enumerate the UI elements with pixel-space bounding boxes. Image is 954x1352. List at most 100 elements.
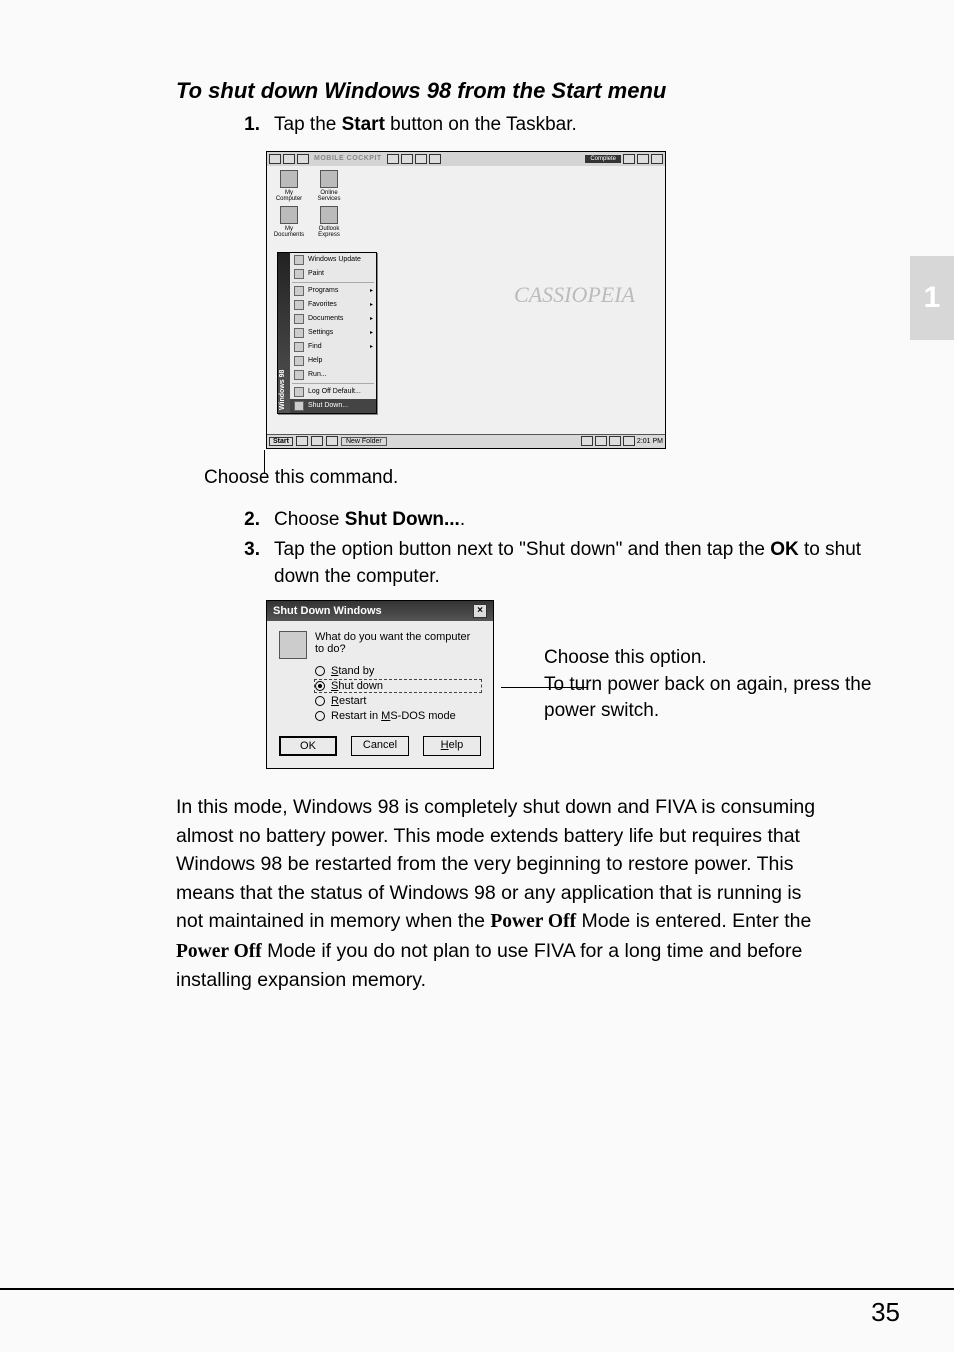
tray-icon [595, 436, 607, 446]
cancel-button: Cancel [351, 736, 409, 756]
toolbar-icon [637, 154, 649, 164]
start-menu: Windows 98 Windows Update Paint Programs… [277, 252, 377, 414]
menu-label: Favorites [308, 301, 337, 308]
programs-icon [294, 286, 304, 296]
dialog-title-text: Shut Down Windows [273, 605, 382, 617]
menu-documents: Documents [290, 312, 376, 326]
text: . [460, 509, 465, 530]
menu-label: Settings [308, 329, 333, 336]
option-label: hut down [338, 680, 383, 692]
toolbar-icon [415, 154, 427, 164]
tray-icon [581, 436, 593, 446]
icon-label: Outlook Express [318, 226, 340, 238]
favorites-icon [294, 300, 304, 310]
option-label: Restart in [331, 710, 381, 722]
help-icon [294, 356, 304, 366]
chapter-tab: 1 [910, 256, 954, 340]
annotation-text: To turn power back on again, press the p… [544, 672, 894, 725]
dialog-titlebar: Shut Down Windows × [267, 601, 493, 621]
folder-icon [320, 170, 338, 188]
text-bold: Start [342, 114, 385, 135]
documents-icon [294, 314, 304, 324]
dialog-icon [279, 631, 307, 659]
menu-label: Paint [308, 270, 324, 277]
toolbar-icon [269, 154, 281, 164]
step-number: 1. [238, 112, 260, 139]
desktop-icon-my-documents: My Documents [273, 206, 305, 238]
annotation-text: Choose this option. [544, 645, 894, 672]
text: button on the Taskbar. [385, 114, 577, 135]
page-number: 35 [871, 1297, 900, 1328]
text: Mode if you do not plan to use FIVA for … [176, 940, 802, 991]
icon-label: Online Services [317, 190, 340, 202]
option-label: tand by [338, 665, 374, 677]
footer-rule [0, 1288, 954, 1290]
desktop-icons-row: My Computer Online Services [273, 170, 345, 202]
figure-shutdown-dialog: Shut Down Windows × What do you want the… [266, 600, 494, 769]
ok-button: OK [279, 736, 337, 756]
documents-icon [280, 206, 298, 224]
menu-label: Shut Down... [308, 402, 348, 409]
toolbar-icon [401, 154, 413, 164]
mnemonic: H [441, 739, 449, 751]
callout-line [501, 687, 588, 688]
figure-toolbar: MOBILE COCKPIT Complete [267, 152, 665, 166]
figure-annotation: Choose this option. To turn power back o… [544, 645, 894, 725]
callout-line [264, 450, 265, 474]
find-icon [294, 342, 304, 352]
menu-label: Documents [308, 315, 343, 322]
option-label: estart [339, 695, 367, 707]
text-bold: OK [770, 539, 799, 560]
section-heading: To shut down Windows 98 from the Start m… [176, 78, 894, 104]
menu-label: Programs [308, 287, 338, 294]
step-number: 3. [238, 537, 260, 590]
text: Tap the option button next to "Shut down… [274, 539, 770, 560]
icon-label: My Computer [276, 190, 302, 202]
text: Mode is entered. Enter the [576, 910, 811, 932]
quicklaunch-icon [296, 436, 308, 446]
menu-paint: Paint [290, 267, 376, 281]
option-restart: Restart [315, 695, 481, 707]
option-standby: Stand by [315, 665, 481, 677]
button-label: elp [449, 739, 464, 751]
start-button: Start [269, 437, 293, 446]
update-icon [294, 255, 304, 265]
text-bold: Shut Down... [345, 509, 460, 530]
quicklaunch-icon [311, 436, 323, 446]
step-text: Choose Shut Down.... [274, 507, 894, 534]
menu-favorites: Favorites [290, 298, 376, 312]
menu-settings: Settings [290, 326, 376, 340]
mnemonic: M [381, 710, 390, 722]
text: Choose [274, 509, 345, 530]
menu-run: Run... [290, 368, 376, 382]
desktop-icon-outlook-express: Outlook Express [313, 206, 345, 238]
option-shutdown: Shut down [315, 680, 481, 692]
step-text: Tap the option button next to "Shut down… [274, 537, 894, 590]
quicklaunch-icon [326, 436, 338, 446]
desktop-icon-my-computer: My Computer [273, 170, 305, 202]
toolbar-icon [387, 154, 399, 164]
menu-shutdown: Shut Down... [290, 399, 376, 413]
tray-icon [609, 436, 621, 446]
toolbar-icon [651, 154, 663, 164]
body-paragraph: In this mode, Windows 98 is completely s… [176, 793, 816, 994]
icon-label: My Documents [274, 226, 304, 238]
step-text: Tap the Start button on the Taskbar. [274, 112, 894, 139]
tray-icon [623, 436, 635, 446]
radio-icon [315, 696, 325, 706]
taskbar-clock: 2:01 PM [637, 438, 663, 445]
text-bold: Power Off [176, 941, 262, 962]
toolbar-title: MOBILE COCKPIT [314, 155, 382, 162]
radio-icon [315, 666, 325, 676]
toolbar-icon [623, 154, 635, 164]
figure-desktop-screenshot: MOBILE COCKPIT Complete My Computer Onli… [266, 151, 666, 449]
menu-logoff: Log Off Default... [290, 385, 376, 399]
menu-label: Log Off Default... [308, 388, 361, 395]
paint-icon [294, 269, 304, 279]
radio-icon [315, 681, 325, 691]
desktop-icon-online-services: Online Services [313, 170, 345, 202]
computer-icon [280, 170, 298, 188]
logoff-icon [294, 387, 304, 397]
radio-icon [315, 711, 325, 721]
menu-help: Help [290, 354, 376, 368]
